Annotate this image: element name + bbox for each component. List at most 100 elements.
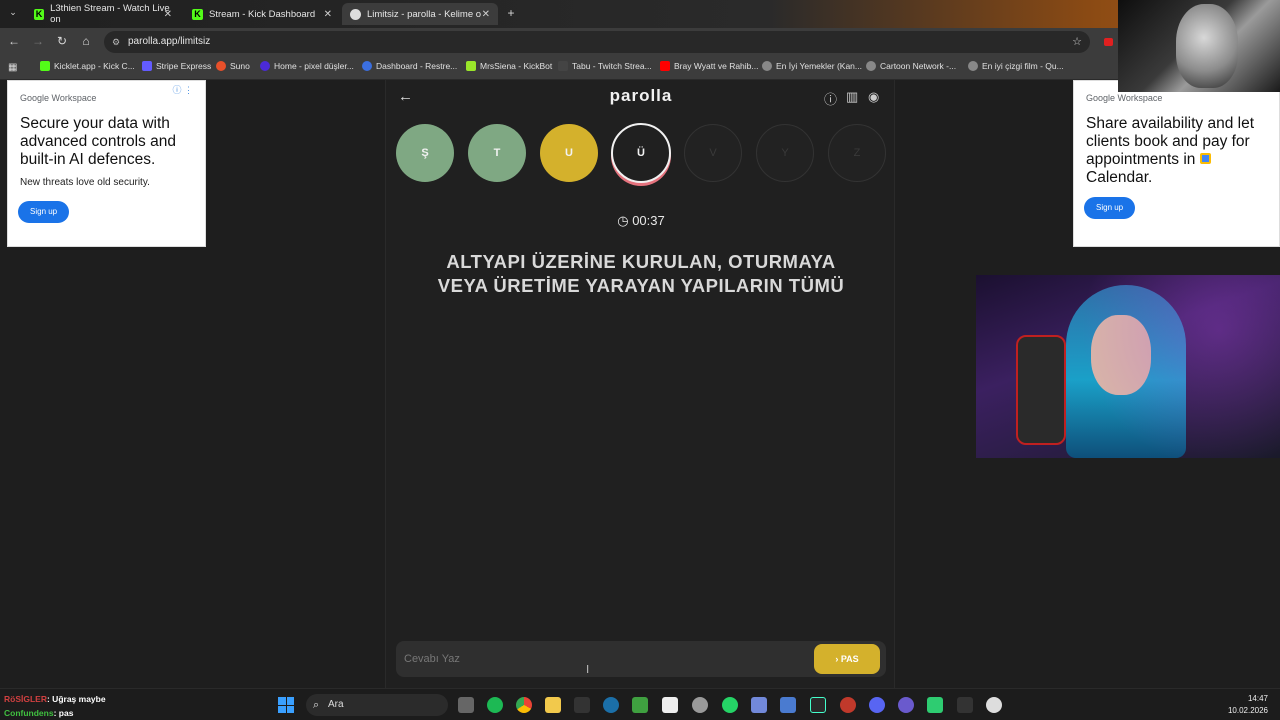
ad-headline: Share availability and let clients book … xyxy=(1086,115,1278,187)
ad-info-icon[interactable]: ⓘ ⋮ xyxy=(172,83,193,96)
chrome-icon[interactable] xyxy=(516,697,532,713)
bookmark-label: Bray Wyatt ve Rahib... xyxy=(674,61,759,71)
back-arrow-icon[interactable]: ← xyxy=(6,34,22,48)
epic-games-icon[interactable] xyxy=(574,697,590,713)
profile-icon[interactable]: ◉ xyxy=(868,89,879,105)
bookmark-item[interactable]: Kicklet.app - Kick C... xyxy=(40,61,135,71)
bookmark-label: En iyi çizgi film - Qu... xyxy=(982,61,1064,71)
tab-kick-dashboard[interactable]: K Stream - Kick Dashboard ✕ xyxy=(184,3,340,25)
bookmark-label: MrsSiena - KickBot xyxy=(480,61,553,71)
tab-title: L3thien Stream - Watch Live on xyxy=(50,3,170,25)
bookmark-label: Home - pixel düşler... xyxy=(274,61,354,71)
system-clock[interactable]: 14:47 10.02.2026 xyxy=(1228,693,1268,717)
ad-brand-workspace: Workspace xyxy=(1117,93,1163,103)
settings-gear-icon[interactable] xyxy=(692,697,708,713)
url-text: parolla.app/limitsiz xyxy=(128,36,211,47)
ad-brand: Google Workspace xyxy=(1086,93,1162,103)
apps-grid-icon[interactable]: ▦ xyxy=(8,62,17,73)
bookmark-favicon-icon xyxy=(466,61,476,71)
tab-parolla[interactable]: Limitsiz - parolla - Kelime oyun ✕ xyxy=(342,3,498,25)
pass-button[interactable]: › PAS xyxy=(814,644,880,674)
steam-icon[interactable] xyxy=(603,697,619,713)
discord-bot-icon[interactable] xyxy=(751,697,767,713)
tab-list-chevron-icon[interactable]: ⌄ xyxy=(5,7,21,18)
app-diamond-icon[interactable] xyxy=(780,697,796,713)
discord-icon[interactable] xyxy=(869,697,885,713)
bookmark-item[interactable]: Suno xyxy=(216,61,250,71)
capcut-icon[interactable] xyxy=(662,697,678,713)
reload-icon[interactable]: ↻ xyxy=(54,34,70,48)
bookmark-item[interactable]: Stripe Express xyxy=(142,61,211,71)
app-icon[interactable] xyxy=(810,697,826,713)
bookmark-item[interactable]: MrsSiena - KickBot xyxy=(466,61,552,71)
portrait-image xyxy=(1176,4,1238,88)
taskbar-search[interactable]: ⌕ Ara xyxy=(306,694,448,716)
app-red-icon[interactable] xyxy=(840,697,856,713)
site-info-icon[interactable]: ⚙ xyxy=(112,31,120,53)
bookmark-favicon-icon xyxy=(762,61,772,71)
tab-kick-stream[interactable]: K L3thien Stream - Watch Live on ✕ xyxy=(26,3,180,25)
bookmarks-bar: ▦ Kicklet.app - Kick C... Stripe Express… xyxy=(0,56,1280,80)
parolla-favicon-icon xyxy=(350,8,361,20)
close-tab-icon[interactable]: ✕ xyxy=(482,9,490,20)
letter-circle-current: Ü xyxy=(611,123,671,183)
chat-line: RöSİGLER: Uğraş maybe xyxy=(4,692,106,706)
bookmark-label: Tabu - Twitch Strea... xyxy=(572,61,652,71)
bookmark-item[interactable]: Bray Wyatt ve Rahib... xyxy=(660,61,758,71)
task-view-icon[interactable] xyxy=(458,697,474,713)
letter-circle-empty: Y xyxy=(756,124,814,182)
question-text: ALTYAPI ÜZERİNE KURULAN, OTURMAYA VEYA Ü… xyxy=(437,251,845,296)
new-tab-plus-icon[interactable]: + xyxy=(503,6,519,20)
close-tab-icon[interactable]: ✕ xyxy=(324,9,332,20)
obs-icon[interactable] xyxy=(986,697,1002,713)
answer-input[interactable] xyxy=(404,649,794,669)
ad-headline-tail: Calendar. xyxy=(1086,169,1153,186)
clock-time: 14:47 xyxy=(1247,694,1268,703)
play-app-icon[interactable] xyxy=(632,697,648,713)
bookmark-item[interactable]: Cartoon Network -... xyxy=(866,61,956,71)
url-field[interactable]: ⚙ parolla.app/limitsiz ☆ xyxy=(104,31,1090,53)
info-icon[interactable]: ⓘ xyxy=(824,89,837,108)
webcam-overlay-streamer xyxy=(976,275,1280,458)
bookmark-item[interactable]: Tabu - Twitch Strea... xyxy=(558,61,652,71)
kick-favicon-icon: K xyxy=(192,8,203,20)
ad-brand-workspace: Workspace xyxy=(51,93,97,103)
bookmark-favicon-icon xyxy=(216,61,226,71)
letter-circle-empty: Z xyxy=(828,124,886,182)
clock-date: 10.02.2026 xyxy=(1227,706,1268,715)
game-title: parolla xyxy=(609,86,673,105)
stats-icon[interactable]: ▥ xyxy=(846,89,858,105)
chat-user: RöSİGLER xyxy=(4,694,47,704)
bookmark-label: Stripe Express xyxy=(156,61,212,71)
app-green-icon[interactable] xyxy=(927,697,943,713)
start-button-icon[interactable] xyxy=(278,697,294,713)
clock-icon: ◷ xyxy=(617,213,629,228)
youtube-extension-icon[interactable] xyxy=(1104,38,1113,46)
bookmark-item[interactable]: En İyi Yemekler (Kan... xyxy=(762,61,862,71)
stream-chat-overlay: RöSİGLER: Uğraş maybe Confundens: pas xyxy=(4,692,106,720)
bookmark-item[interactable]: Dashboard - Restre... xyxy=(362,61,457,71)
bookmark-label: Dashboard - Restre... xyxy=(376,61,458,71)
ad-right[interactable]: Google Workspace Share availability and … xyxy=(1073,80,1280,247)
spotify-icon[interactable] xyxy=(487,697,503,713)
close-tab-icon[interactable]: ✕ xyxy=(164,9,172,20)
app-dark-icon[interactable] xyxy=(957,697,973,713)
whatsapp-icon[interactable] xyxy=(722,697,738,713)
bookmark-label: En İyi Yemekler (Kan... xyxy=(776,61,862,71)
bookmark-label: Suno xyxy=(230,61,250,71)
bookmark-star-icon[interactable]: ☆ xyxy=(1072,31,1082,53)
file-explorer-icon[interactable] xyxy=(545,697,561,713)
ad-signup-button[interactable]: Sign up xyxy=(1084,197,1136,219)
ad-left[interactable]: ⓘ ⋮ Google Workspace Secure your data wi… xyxy=(7,80,206,247)
forward-arrow-icon[interactable]: → xyxy=(30,34,46,48)
answer-bar: Ⅰ › PAS xyxy=(396,641,886,677)
home-icon[interactable]: ⌂ xyxy=(78,34,94,48)
pass-label: PAS xyxy=(840,654,859,664)
ad-signup-button[interactable]: Sign up xyxy=(18,201,70,223)
bookmark-item[interactable]: Home - pixel düşler... xyxy=(260,61,354,71)
search-icon: ⌕ xyxy=(313,699,320,711)
bookmark-label: Cartoon Network -... xyxy=(880,61,957,71)
bookmark-item[interactable]: En iyi çizgi film - Qu... xyxy=(968,61,1064,71)
app-ring-icon[interactable] xyxy=(898,697,914,713)
ad-subtext: New threats love old security. xyxy=(20,177,150,188)
